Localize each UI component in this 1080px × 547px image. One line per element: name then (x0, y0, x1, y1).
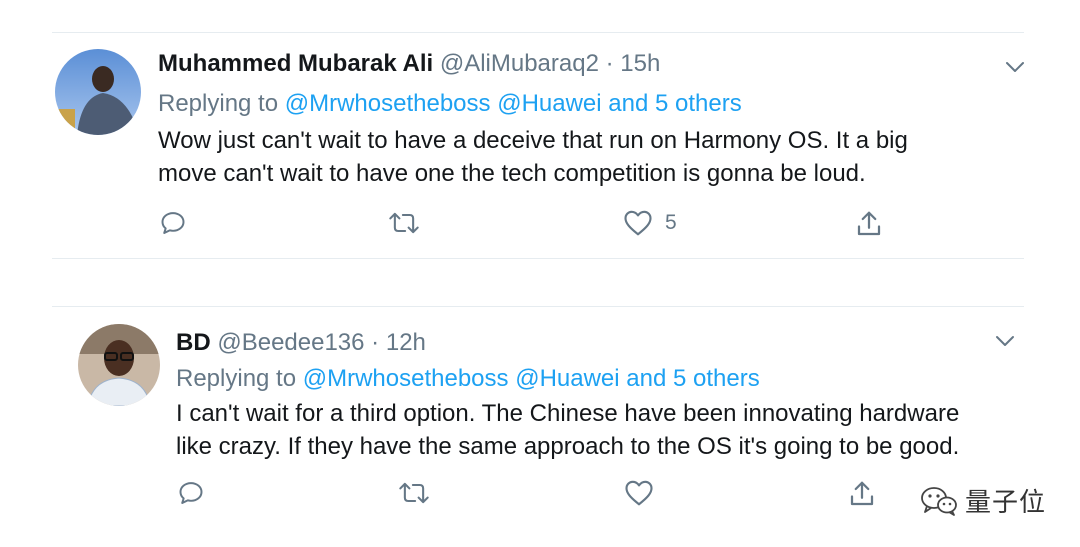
tweet-1[interactable]: Muhammed Mubarak Ali @AliMubaraq2 · 15h … (52, 32, 1024, 258)
tweet-text: I can't wait for a third option. The Chi… (176, 397, 959, 463)
reply-icon (179, 482, 203, 504)
tweet-text: Wow just can't wait to have a deceive th… (158, 124, 908, 190)
separator-dot: · (605, 50, 614, 77)
tweet-header: Muhammed Mubarak Ali @AliMubaraq2 · 15h (158, 50, 660, 78)
retweet-icon (389, 212, 419, 234)
user-handle[interactable]: @Beedee136 (217, 329, 364, 356)
reply-button[interactable] (177, 479, 217, 507)
retweet-button[interactable] (398, 479, 442, 507)
user-handle[interactable]: @AliMubaraq2 (440, 50, 599, 77)
timestamp[interactable]: 15h (620, 50, 660, 77)
replying-prefix: Replying to (176, 365, 297, 392)
like-button[interactable]: 5 (623, 209, 677, 237)
tweet-divider (52, 32, 1024, 33)
replying-users-link[interactable]: @Mrwhosetheboss @Huawei and 5 others (285, 90, 742, 117)
heart-icon (624, 210, 652, 236)
watermark-text: 量子位 (964, 487, 1046, 517)
tweet-header: BD @Beedee136 · 12h (176, 329, 426, 357)
like-button[interactable] (624, 479, 666, 507)
tweet-text-line: like crazy. If they have the same approa… (176, 433, 960, 460)
avatar[interactable] (55, 49, 141, 135)
timestamp[interactable]: 12h (386, 329, 426, 356)
like-count: 5 (665, 211, 677, 234)
replying-to: Replying to @Mrwhosetheboss @Huawei and … (158, 90, 742, 118)
tweet-2[interactable]: BD @Beedee136 · 12h Replying to @Mrwhose… (52, 307, 1024, 517)
watermark: 量子位 (919, 482, 1046, 519)
share-button[interactable] (847, 479, 877, 509)
wechat-icon (921, 486, 957, 516)
retweet-icon (399, 482, 429, 504)
reply-icon (161, 212, 185, 234)
share-icon (850, 481, 874, 506)
share-icon (857, 211, 881, 236)
replying-users-link[interactable]: @Mrwhosetheboss @Huawei and 5 others (303, 365, 760, 392)
section-divider (52, 258, 1024, 259)
reply-button[interactable] (159, 209, 199, 237)
retweet-button[interactable] (388, 209, 432, 237)
tweet-text-line: I can't wait for a third option. The Chi… (176, 400, 960, 427)
share-button[interactable] (854, 209, 884, 239)
chevron-down-icon[interactable] (1004, 56, 1026, 78)
avatar[interactable] (78, 324, 160, 406)
display-name[interactable]: Muhammed Mubarak Ali (158, 50, 433, 77)
tweet-text-line: Wow just can't wait to have a deceive th… (158, 127, 908, 154)
heart-icon (625, 480, 653, 506)
separator-dot: · (371, 329, 380, 356)
display-name[interactable]: BD (176, 329, 211, 356)
tweet-text-line: move can't wait to have one the tech com… (158, 160, 866, 187)
chevron-down-icon[interactable] (994, 330, 1016, 352)
replying-prefix: Replying to (158, 90, 279, 117)
replying-to: Replying to @Mrwhosetheboss @Huawei and … (176, 365, 760, 393)
